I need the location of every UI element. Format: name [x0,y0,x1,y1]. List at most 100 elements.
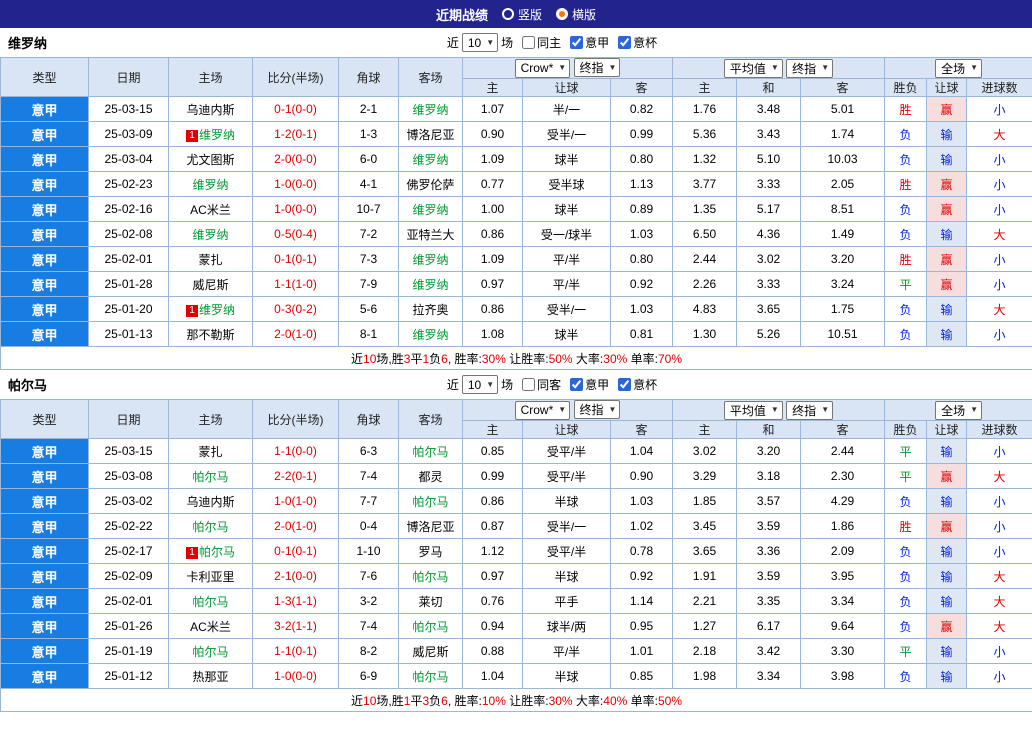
avg-away-cell: 1.86 [799,513,886,539]
date-cell: 25-03-15 [88,96,169,122]
away-team-cell: 帕尔马 [398,438,463,464]
team-name: 蒙扎 [198,252,223,267]
summary-stat-value: 30% [603,351,628,366]
summary-stat-label: 让胜率: [505,351,549,366]
bookmaker-select[interactable]: Crow* ▼ [514,400,571,420]
match-count-select[interactable]: 10 ▼ [461,375,499,394]
coppa-italia-checkbox[interactable] [618,378,632,391]
odds-away-cell: 1.14 [610,588,673,614]
scope-select[interactable]: 全场 ▼ [935,400,982,420]
odds-home-cell: 0.94 [462,613,523,639]
results-table-verona: 类型 日期 主场 比分(半场) 角球 客场 Crow* ▼ 终指 ▼ 平均值 ▼ 终指… [0,57,1032,370]
team-name: 都灵 [418,469,443,484]
corner-cell: 7-4 [338,613,399,639]
avg-draw-cell: 3.48 [736,96,801,122]
col-header-handicap-result: 让球 [926,420,968,439]
team-name: 莱切 [418,594,443,609]
odds-source-header: Crow* ▼ 终指 ▼ [462,399,673,421]
result-cell: 负 [884,588,928,614]
final-odds-select[interactable]: 终指 ▼ [573,58,621,78]
chevron-down-icon: ▼ [558,405,567,415]
same-home-checkbox[interactable] [522,36,536,49]
goals-cell: 小 [966,146,1032,172]
team-name: 维罗纳 [412,252,449,267]
match-row: 意甲 25-01-12 热那亚 1-0(0-0) 6-9 帕尔马 1.04 半球 0.85 1.9… [0,663,1032,689]
serie-a-checkbox[interactable] [570,36,584,49]
layout-option-horizontal[interactable]: 横版 [556,6,596,23]
league-cell: 意甲 [0,513,89,539]
chevron-down-icon: ▼ [970,405,978,414]
filter-serie-a[interactable]: 意甲 [570,376,609,393]
avg-draw-cell: 3.34 [736,663,801,689]
date-cell: 25-01-28 [88,271,169,297]
home-team-cell: 1 维罗纳 [168,121,253,147]
final-odds-select-2[interactable]: 终指 ▼ [786,58,834,78]
same-away-checkbox[interactable] [522,378,536,391]
avg-home-cell: 3.77 [672,171,737,197]
filter-coppa-italia[interactable]: 意杯 [618,376,657,393]
score-cell: 0-5(0-4) [252,221,339,247]
avg-home-cell: 2.26 [672,271,737,297]
summary-stat-label: 负 [429,351,442,366]
col-header-home: 主场 [168,57,253,97]
avg-away-cell: 3.98 [799,663,886,689]
filter-same-home[interactable]: 同主 [522,34,561,51]
summary-stat-value: 10 [363,351,377,366]
odds-home-cell: 1.12 [462,538,523,564]
same-home-label: 同主 [537,36,562,50]
avg-draw-cell: 5.17 [736,196,801,222]
titlebar: 近期战绩 竖版 横版 [0,0,1032,28]
league-cell: 意甲 [0,171,89,197]
goals-cell: 大 [966,221,1032,247]
goals-cell: 小 [966,246,1032,272]
odds-home-cell: 1.09 [462,246,523,272]
filter-serie-a[interactable]: 意甲 [570,34,609,51]
bookmaker-select[interactable]: Crow* ▼ [514,58,571,78]
final-odds-select-2[interactable]: 终指 ▼ [786,400,834,420]
coppa-italia-checkbox[interactable] [618,36,632,49]
serie-a-checkbox[interactable] [570,378,584,391]
summary-stat-value: 50% [548,351,573,366]
final-odds-select[interactable]: 终指 ▼ [573,400,621,420]
summary-stat-value: 10% [481,693,506,708]
avg-home-cell: 2.21 [672,588,737,614]
goals-cell: 小 [966,638,1032,664]
scope-select[interactable]: 全场 ▼ [935,58,982,78]
chevron-down-icon: ▼ [970,63,978,72]
match-count-select[interactable]: 10 ▼ [461,33,499,52]
filter-same-away[interactable]: 同客 [522,376,561,393]
corner-cell: 5-6 [338,296,399,322]
odds-home-cell: 0.97 [462,563,523,589]
average-select[interactable]: 平均值 ▼ [723,400,783,420]
radio-horizontal-icon[interactable] [556,8,568,20]
average-select[interactable]: 平均值 ▼ [723,58,783,78]
team-name: 佛罗伦萨 [406,177,455,192]
avg-away-cell: 10.51 [799,321,886,347]
avg-home-cell: 1.30 [672,321,737,347]
odds-home-cell: 0.86 [462,296,523,322]
date-cell: 25-02-09 [88,563,169,589]
summary-cell: 近10场,胜1平3负6, 胜率:10% 让胜率:30% 大率:40% 单率:50… [0,688,1032,712]
avg-away-cell: 5.01 [799,96,886,122]
odds-away-cell: 1.03 [610,296,673,322]
score-cell: 2-0(1-0) [252,321,339,347]
radio-vertical-icon[interactable] [501,8,514,20]
summary-stat-value: 30% [481,351,506,366]
date-cell: 25-01-13 [88,321,169,347]
match-count-value: 10 [467,35,482,50]
league-cell: 意甲 [0,271,89,297]
date-cell: 25-02-23 [88,171,169,197]
filter-coppa-italia[interactable]: 意杯 [618,34,657,51]
layout-option-vertical[interactable]: 竖版 [501,6,542,23]
home-team-cell: 威尼斯 [168,271,253,297]
league-cell: 意甲 [0,221,89,247]
avg-away-cell: 3.24 [799,271,886,297]
away-team-cell: 维罗纳 [398,96,463,122]
avg-draw-cell: 3.33 [736,271,801,297]
scope-value: 全场 [941,403,966,418]
summary-stat-value: 50% [657,693,682,708]
avg-draw-cell: 3.18 [736,463,801,489]
home-team-cell: AC米兰 [168,613,253,639]
score-cell: 2-2(0-1) [252,463,339,489]
panel-title: 近期战绩 [435,7,488,23]
